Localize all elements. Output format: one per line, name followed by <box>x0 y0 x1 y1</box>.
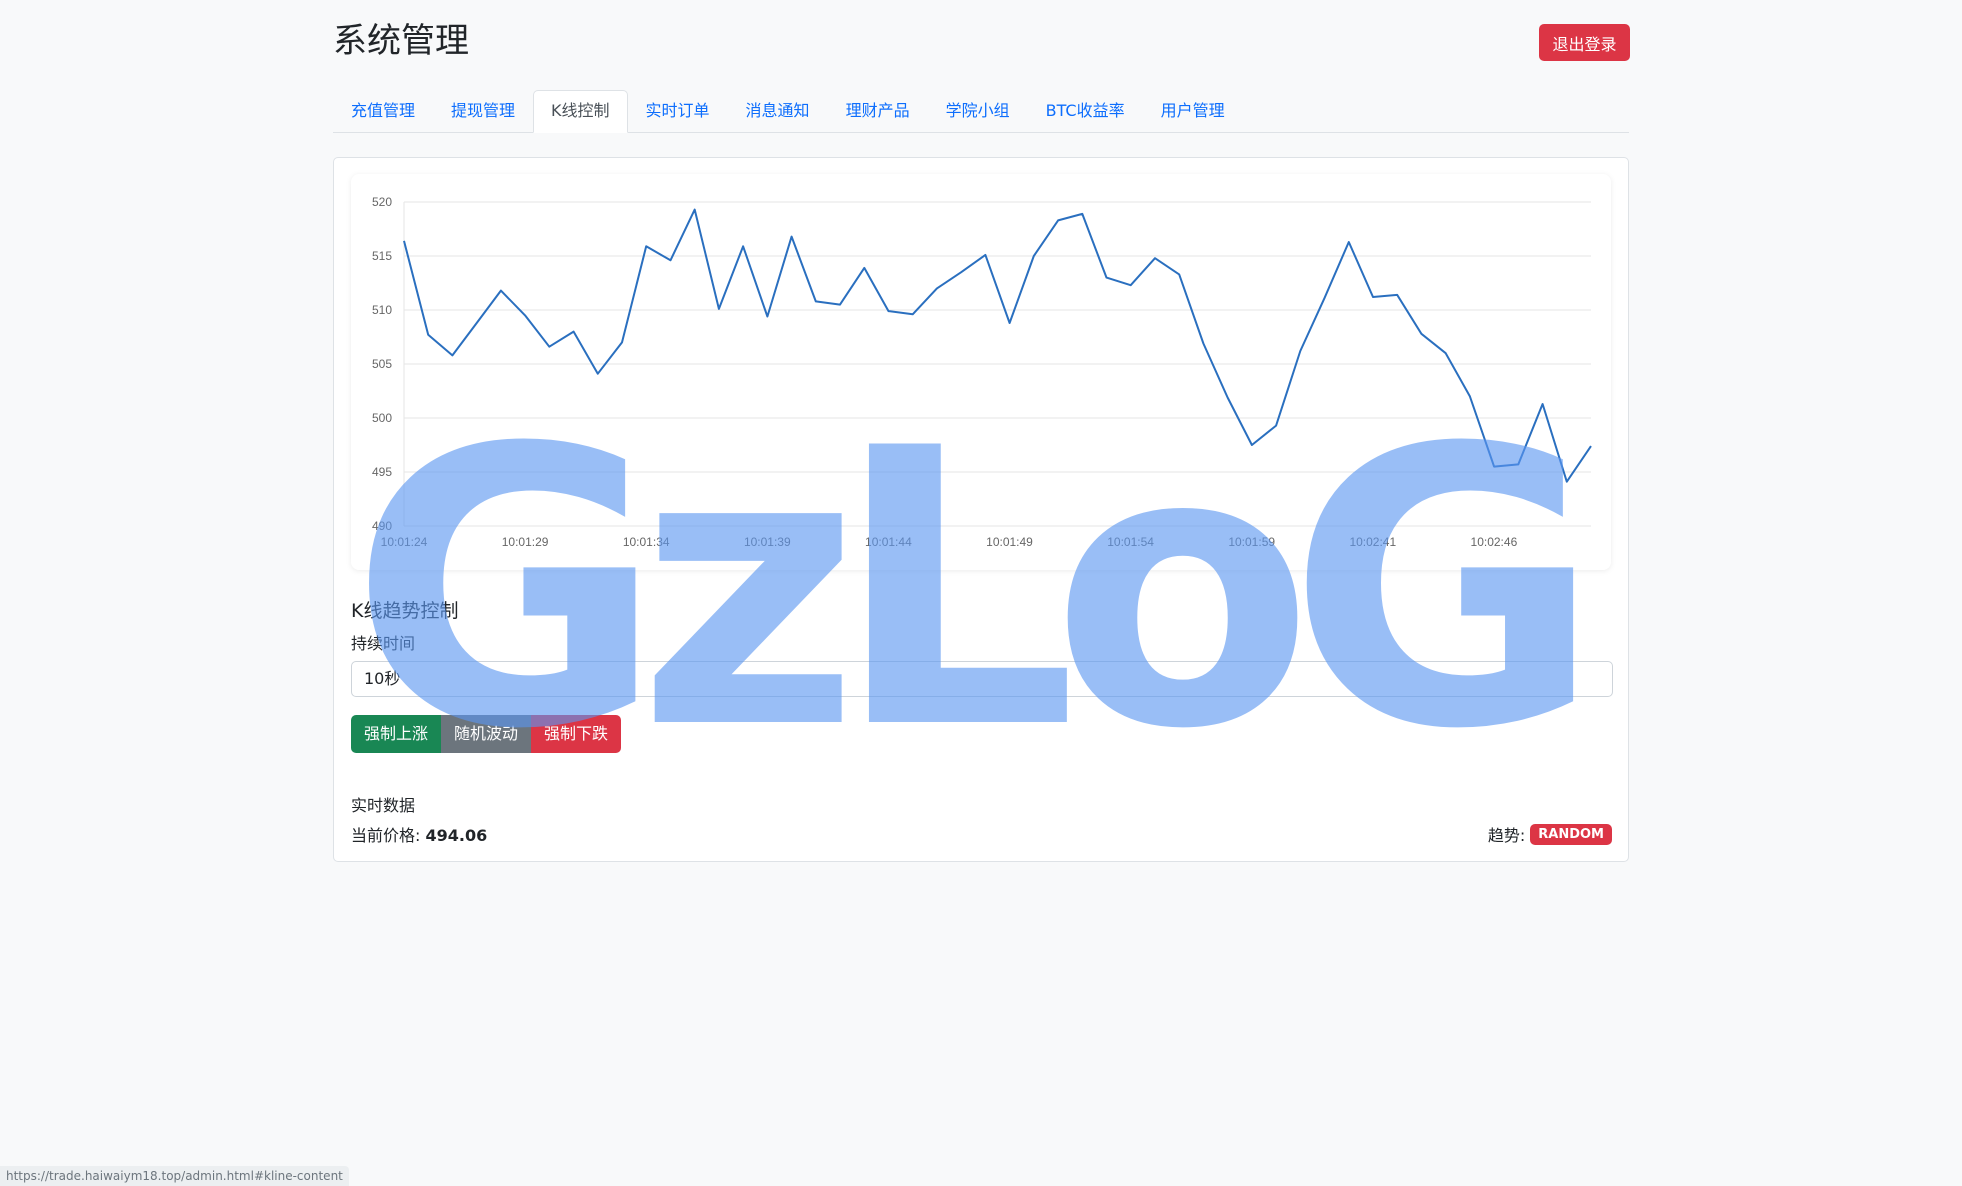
nav-tabs: 充值管理 提现管理 K线控制 实时订单 消息通知 理财产品 学院小组 BTC收益… <box>333 90 1629 133</box>
kline-card: 520 515 510 505 500 495 490 10:01:24 10:01:29 10:… <box>333 157 1629 862</box>
price-label: 当前价格: <box>351 826 421 845</box>
x-tick-label: 10:01:24 <box>381 535 428 549</box>
random-button[interactable]: 随机波动 <box>441 715 532 753</box>
price-series-line <box>403 208 1592 483</box>
y-tick-label: 520 <box>372 195 392 209</box>
x-tick-label: 10:01:59 <box>1228 535 1275 549</box>
x-tick-label: 10:02:46 <box>1471 535 1518 549</box>
duration-select[interactable]: 10秒 <box>351 661 1613 697</box>
trend-badge: RANDOM <box>1530 823 1612 845</box>
trend-button-group: 强制上涨 随机波动 强制下跌 <box>351 715 622 753</box>
y-tick-label: 515 <box>372 249 392 263</box>
logout-button[interactable]: 退出登录 <box>1539 24 1630 61</box>
kline-chart-svg: 520 515 510 505 500 495 490 10:01:24 10:01:29 10:… <box>372 195 1592 549</box>
tab-kline-control[interactable]: K线控制 <box>533 90 628 133</box>
force-down-button[interactable]: 强制下跌 <box>531 715 622 753</box>
x-tick-label: 10:01:44 <box>865 535 912 549</box>
realtime-title: 实时数据 <box>351 796 416 815</box>
force-up-button[interactable]: 强制上涨 <box>351 715 442 753</box>
tab-recharge[interactable]: 充值管理 <box>333 90 433 132</box>
y-tick-label: 495 <box>372 465 392 479</box>
section-title: K线趋势控制 <box>351 600 459 622</box>
duration-label: 持续时间 <box>351 634 416 653</box>
tab-withdraw[interactable]: 提现管理 <box>433 90 533 132</box>
tab-finance-products[interactable]: 理财产品 <box>828 90 928 132</box>
tab-user-management[interactable]: 用户管理 <box>1143 90 1243 132</box>
y-tick-label: 490 <box>372 519 392 533</box>
current-price: 当前价格: 494.06 <box>351 822 487 846</box>
page-title: 系统管理 <box>333 21 469 61</box>
tab-academy-groups[interactable]: 学院小组 <box>928 90 1028 132</box>
tab-btc-yield[interactable]: BTC收益率 <box>1028 90 1143 132</box>
x-tick-label: 10:02:41 <box>1349 535 1396 549</box>
status-bar-url: https://trade.haiwaiym18.top/admin.html#… <box>0 1166 349 1186</box>
y-tick-label: 510 <box>372 303 392 317</box>
x-tick-label: 10:01:34 <box>623 535 670 549</box>
tab-notifications[interactable]: 消息通知 <box>728 90 828 132</box>
x-tick-label: 10:01:29 <box>502 535 549 549</box>
y-tick-label: 505 <box>372 357 392 371</box>
kline-chart: 520 515 510 505 500 495 490 10:01:24 10:01:29 10:… <box>351 174 1611 570</box>
tab-realtime-orders[interactable]: 实时订单 <box>628 90 728 132</box>
y-tick-label: 500 <box>372 411 392 425</box>
price-value: 494.06 <box>425 826 488 845</box>
x-tick-label: 10:01:49 <box>986 535 1033 549</box>
x-tick-label: 10:01:54 <box>1107 535 1154 549</box>
x-tick-label: 10:01:39 <box>744 535 791 549</box>
trend-indicator: 趋势: RANDOM <box>1488 822 1612 846</box>
trend-label: 趋势: <box>1487 826 1526 845</box>
